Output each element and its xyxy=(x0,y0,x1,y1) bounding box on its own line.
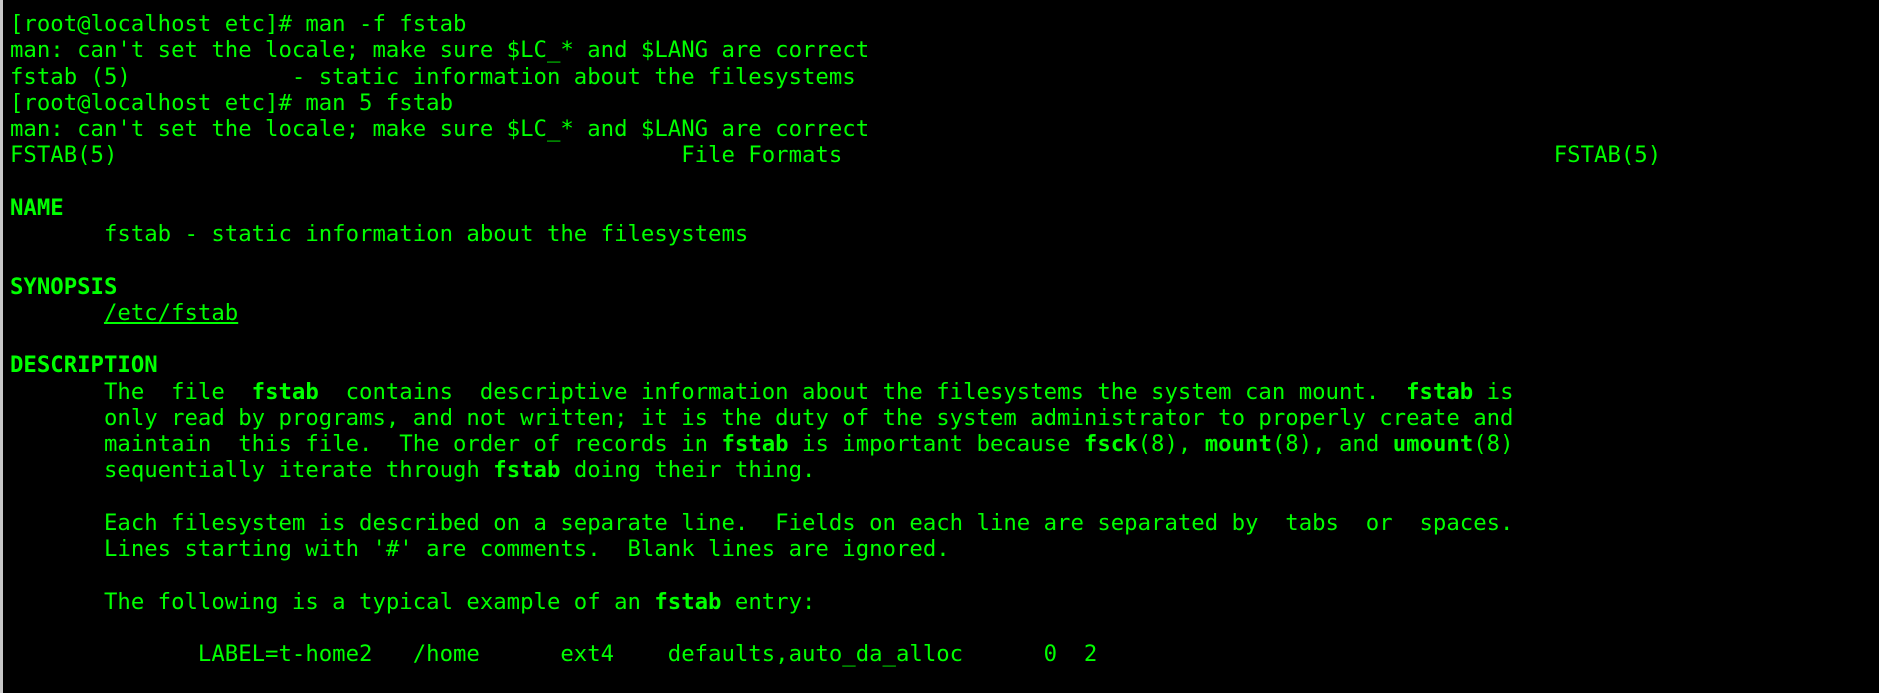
bold-text: fstab xyxy=(493,457,561,484)
terminal-line: sequentially iterate through fstab doing… xyxy=(10,457,1661,483)
terminal-text: maintain this file. The order of records… xyxy=(10,431,722,457)
bold-text: DESCRIPTION xyxy=(10,352,158,379)
bold-text: fstab xyxy=(1406,378,1474,405)
terminal-text: The file xyxy=(10,378,252,405)
terminal-line: [root@localhost etc]# man -f fstab xyxy=(10,11,1661,37)
terminal-line: SYNOPSIS xyxy=(10,274,1661,300)
bold-text: SYNOPSIS xyxy=(10,273,118,300)
terminal-text: fstab (5) - static information about the… xyxy=(10,63,856,90)
terminal-text: Each filesystem is described on a separa… xyxy=(10,509,1514,536)
terminal-text: fstab - static information about the fil… xyxy=(10,221,749,247)
terminal-text: Lines starting with '#' are comments. Bl… xyxy=(10,536,950,562)
terminal-line: [root@localhost etc]# man 5 fstab xyxy=(10,90,1661,116)
terminal-text: only read by programs, and not written; … xyxy=(10,404,1514,431)
terminal-text: man: can't set the locale; make sure $LC… xyxy=(10,116,870,142)
terminal-line: only read by programs, and not written; … xyxy=(10,405,1661,431)
terminal-text: [root@localhost etc]# man 5 fstab xyxy=(10,89,453,116)
terminal-line: Each filesystem is described on a separa… xyxy=(10,510,1661,536)
terminal-text: is important because xyxy=(788,431,1084,457)
terminal-text: doing their thing. xyxy=(560,457,816,484)
bold-text: fstab xyxy=(654,588,722,615)
terminal-line: maintain this file. The order of records… xyxy=(10,431,1661,457)
terminal-line: FSTAB(5) File Formats FSTAB(5) xyxy=(10,142,1661,168)
bold-text: mount xyxy=(1204,431,1272,457)
terminal-text: contains descriptive information about t… xyxy=(318,378,1407,405)
underlined-text: /etc/fstab xyxy=(103,299,239,326)
terminal-line: The file fstab contains descriptive info… xyxy=(10,379,1661,405)
terminal-text: is xyxy=(1473,378,1514,405)
terminal-text: (8), xyxy=(1137,431,1205,457)
terminal-text: LABEL=t-home2 /home ext4 defaults,auto_d… xyxy=(10,641,1098,667)
terminal-line: fstab - static information about the fil… xyxy=(10,221,1661,247)
terminal-text: man: can't set the locale; make sure $LC… xyxy=(10,37,870,64)
terminal-line: fstab (5) - static information about the… xyxy=(10,64,1661,90)
terminal-line: LABEL=t-home2 /home ext4 defaults,auto_d… xyxy=(10,641,1661,667)
terminal-text: (8), and xyxy=(1271,431,1393,457)
terminal-line: The following is a typical example of an… xyxy=(10,589,1661,615)
terminal-screen: [root@localhost etc]# man -f fstab man: c… xyxy=(10,11,1661,667)
terminal-text: [root@localhost etc]# man -f fstab xyxy=(10,11,467,37)
bold-text: umount xyxy=(1392,431,1474,457)
terminal-text: The following is a typical example of an xyxy=(10,588,655,615)
terminal-text: FSTAB(5) File Formats FSTAB(5) xyxy=(10,142,1662,169)
terminal-window[interactable]: [root@localhost etc]# man -f fstab man: c… xyxy=(0,0,1879,693)
terminal-text: sequentially iterate through xyxy=(10,457,494,484)
terminal-line: /etc/fstab xyxy=(10,300,1661,326)
bold-text: fstab xyxy=(251,378,319,405)
bold-text: NAME xyxy=(10,194,64,221)
terminal-text: entry: xyxy=(721,588,816,615)
terminal-line: DESCRIPTION xyxy=(10,352,1661,378)
terminal-line: Lines starting with '#' are comments. Bl… xyxy=(10,536,1661,562)
terminal-text: (8) xyxy=(1473,431,1514,457)
terminal-line: man: can't set the locale; make sure $LC… xyxy=(10,116,1661,142)
terminal-line: NAME xyxy=(10,195,1661,221)
terminal-line: man: can't set the locale; make sure $LC… xyxy=(10,37,1661,63)
bold-text: fstab xyxy=(721,431,789,457)
bold-text: fsck xyxy=(1083,431,1138,457)
